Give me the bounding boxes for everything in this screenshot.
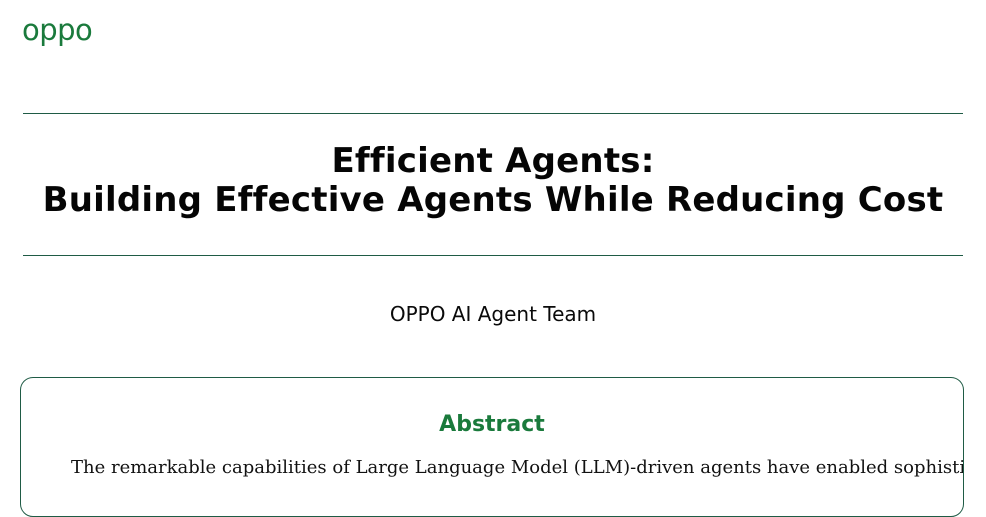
abstract-heading: Abstract [439,412,545,437]
title-top-rule [23,113,963,114]
abstract-box: Abstract The remarkable capabilities of … [20,377,964,517]
paper-title: Efficient Agents: Building Effective Age… [0,142,986,220]
oppo-logo: oppo [22,13,93,47]
paper-title-line-1: Efficient Agents: [331,141,655,181]
abstract-text: The remarkable capabilities of Large Lan… [71,457,964,478]
paper-title-line-2: Building Effective Agents While Reducing… [42,180,944,220]
title-bottom-rule [23,255,963,256]
author-line: OPPO AI Agent Team [389,302,597,326]
